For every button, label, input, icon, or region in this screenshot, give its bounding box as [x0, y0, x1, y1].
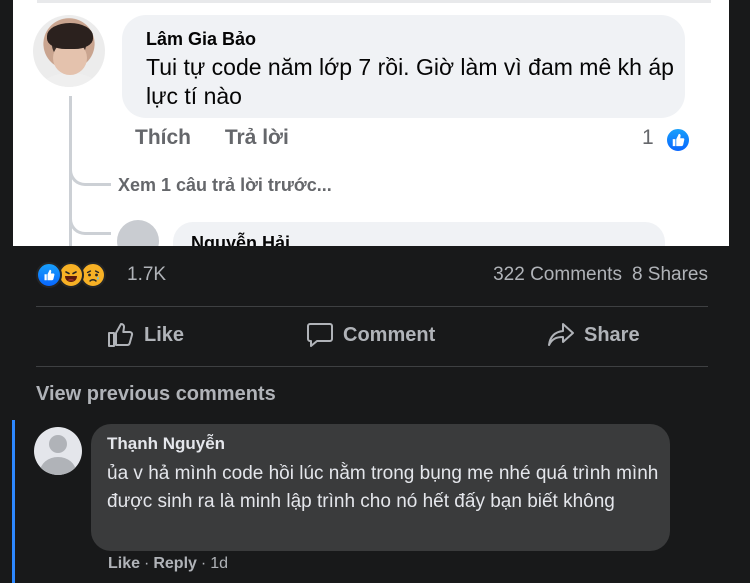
like-label: Like	[144, 323, 185, 346]
reply-link[interactable]: Trả lời	[225, 126, 289, 149]
comment-actions: Like · Reply · 1d	[108, 555, 229, 572]
view-more-replies-link[interactable]: Xem 1 câu trả lời trước...	[118, 175, 332, 196]
reaction-count: 1	[642, 126, 654, 149]
thread-connector	[69, 150, 111, 186]
comment-author[interactable]: Lâm Gia Bảo	[146, 29, 256, 50]
comment-button[interactable]: Comment	[306, 318, 435, 352]
avatar[interactable]	[117, 220, 159, 246]
comment-bubble: Lâm Gia Bảo Tui tự code năm lớp 7 rồi. G…	[122, 15, 685, 118]
like-button[interactable]: Like	[107, 318, 184, 352]
embedded-comment-screenshot: Lâm Gia Bảo Tui tự code năm lớp 7 rồi. G…	[13, 0, 729, 246]
comment-timestamp[interactable]: 1d	[210, 555, 228, 572]
comments-count-link[interactable]: 322 Comments	[493, 264, 622, 285]
like-reaction-icon	[36, 262, 62, 288]
comment-label: Comment	[343, 323, 436, 346]
share-button[interactable]: Share	[547, 318, 640, 352]
reactions-summary[interactable]	[36, 262, 106, 288]
divider	[36, 366, 708, 367]
shares-count-link[interactable]: 8 Shares	[632, 264, 708, 285]
comment-icon	[307, 323, 333, 347]
share-label: Share	[584, 323, 640, 346]
comment-text: Tui tự code năm lớp 7 rồi. Giờ làm vì đa…	[146, 54, 674, 109]
comment-text: ủa v hả mình code hồi lúc nằm trong bụng…	[107, 463, 659, 512]
comment-author[interactable]: Thạnh Nguyễn	[107, 434, 225, 454]
reaction-total[interactable]: 1.7K	[127, 264, 166, 286]
thread-connector	[69, 205, 111, 235]
reply-author[interactable]: Nguyễn Hải	[191, 233, 290, 246]
divider	[36, 306, 708, 307]
comment-bubble: Thạnh Nguyễn ủa v hả mình code hồi lúc n…	[91, 424, 670, 551]
reply-link[interactable]: Reply	[153, 555, 197, 572]
comment-actions: Thích Trả lời	[135, 126, 317, 150]
view-previous-comments-link[interactable]: View previous comments	[36, 383, 276, 406]
like-link[interactable]: Thích	[135, 126, 191, 149]
like-link[interactable]: Like	[108, 555, 140, 572]
like-reaction-icon[interactable]	[665, 127, 691, 153]
share-icon	[548, 323, 574, 346]
top-divider	[37, 0, 711, 3]
thumbs-up-icon	[108, 323, 134, 347]
avatar[interactable]	[34, 427, 82, 475]
avatar[interactable]	[33, 15, 105, 87]
comment-highlight-bar	[12, 420, 15, 583]
reply-bubble: Nguyễn Hải	[173, 222, 665, 246]
post-stats: 322 Comments 8 Shares	[493, 264, 708, 286]
